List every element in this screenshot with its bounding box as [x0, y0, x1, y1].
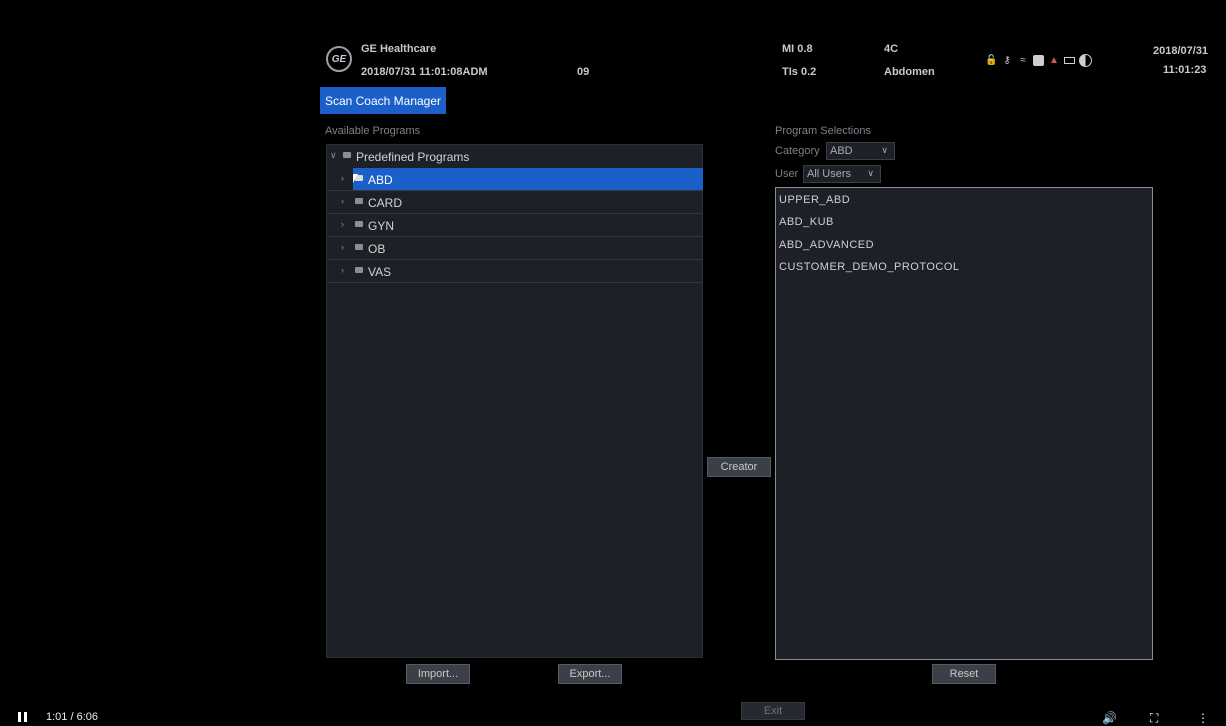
- battery-icon: [1064, 57, 1075, 64]
- program-selections-label: Program Selections: [775, 125, 871, 137]
- video-time: 1:01 / 6:06: [46, 711, 98, 723]
- status-icons: 🔓 ⚷ ≈ ▲: [985, 54, 1092, 67]
- more-options-icon[interactable]: ⋮: [1197, 711, 1209, 725]
- chevron-right-icon: ›: [341, 219, 344, 229]
- tree-item-label: OB: [368, 242, 386, 256]
- tree-item-label: GYN: [368, 219, 395, 233]
- chevron-down-icon: ∨: [881, 145, 888, 155]
- ge-logo-text: GE: [331, 53, 347, 65]
- tree-item-abd[interactable]: › ABD: [327, 168, 703, 191]
- ge-logo-icon: GE: [326, 46, 352, 72]
- brand-name: GE Healthcare: [361, 43, 437, 55]
- user-label: User: [775, 168, 799, 180]
- category-select[interactable]: ABD ∨: [826, 142, 895, 160]
- list-item[interactable]: ABD_KUB: [779, 216, 834, 228]
- folder-icon: [355, 267, 363, 273]
- list-item[interactable]: UPPER_ABD: [779, 194, 850, 206]
- system-date: 2018/07/31: [1153, 45, 1209, 57]
- folder-icon: [343, 152, 351, 158]
- tree-item-label: CARD: [368, 196, 403, 210]
- volume-icon[interactable]: 🔊: [1102, 711, 1117, 725]
- user-select-value: All Users: [807, 168, 852, 180]
- mouse-cursor-icon: [353, 174, 358, 183]
- tree-item-ob[interactable]: › OB: [327, 237, 703, 260]
- export-button[interactable]: Export...: [558, 664, 622, 684]
- mi-readout: MI 0.8: [782, 43, 813, 55]
- tis-readout: TIs 0.2: [782, 66, 817, 78]
- category-label: Category: [775, 145, 820, 157]
- program-selections-list[interactable]: UPPER_ABD ABD_KUB ABD_ADVANCED CUSTOMER_…: [775, 187, 1153, 660]
- exit-button[interactable]: Exit: [741, 702, 805, 720]
- selection-highlight: [353, 168, 703, 190]
- fullscreen-icon[interactable]: ⛶: [1150, 711, 1158, 726]
- preset-name: Abdomen: [884, 66, 935, 78]
- pause-icon: [18, 712, 21, 722]
- chevron-down-icon: ∨: [867, 168, 874, 178]
- folder-icon: [355, 198, 363, 204]
- chevron-down-icon: ∨: [330, 150, 337, 160]
- tree-root-predefined-programs[interactable]: ∨ Predefined Programs: [327, 145, 703, 168]
- key-icon: ⚷: [1003, 55, 1011, 66]
- category-select-value: ABD: [830, 145, 853, 157]
- tree-item-label: VAS: [368, 265, 392, 279]
- lock-icon: 🔓: [985, 55, 998, 66]
- available-programs-label: Available Programs: [325, 125, 421, 137]
- list-item[interactable]: ABD_ADVANCED: [779, 239, 874, 251]
- user-select[interactable]: All Users ∨: [803, 165, 881, 183]
- tree-item-gyn[interactable]: › GYN: [327, 214, 703, 237]
- chevron-right-icon: ›: [341, 242, 344, 252]
- import-button[interactable]: Import...: [406, 664, 470, 684]
- wifi-icon: ≈: [1020, 55, 1026, 66]
- probe-name: 4C: [884, 43, 899, 55]
- pause-icon-bar: [24, 712, 27, 722]
- tree-item-card[interactable]: › CARD: [327, 191, 703, 214]
- list-item[interactable]: CUSTOMER_DEMO_PROTOCOL: [779, 261, 960, 273]
- available-programs-tree[interactable]: ∨ Predefined Programs › ABD › CARD › GYN…: [326, 144, 703, 658]
- folder-icon: [355, 221, 363, 227]
- reset-button[interactable]: Reset: [932, 664, 996, 684]
- chevron-right-icon: ›: [341, 265, 344, 275]
- chevron-right-icon: ›: [341, 196, 344, 206]
- header-field-09: 09: [577, 66, 590, 78]
- tree-item-label: ABD: [368, 173, 393, 187]
- folder-icon: [355, 244, 363, 250]
- chevron-right-icon: ›: [341, 173, 344, 183]
- exam-datetime-user: 2018/07/31 11:01:08ADM: [361, 66, 488, 78]
- system-time: 11:01:23: [1163, 64, 1207, 76]
- creator-button[interactable]: Creator: [707, 457, 771, 477]
- network-icon: ▲: [1049, 55, 1059, 66]
- contrast-icon: [1079, 54, 1092, 67]
- drive-icon: [1033, 55, 1044, 66]
- tree-item-vas[interactable]: › VAS: [327, 260, 703, 283]
- tree-root-label: Predefined Programs: [356, 150, 470, 164]
- scan-coach-manager-tab[interactable]: Scan Coach Manager: [320, 87, 446, 114]
